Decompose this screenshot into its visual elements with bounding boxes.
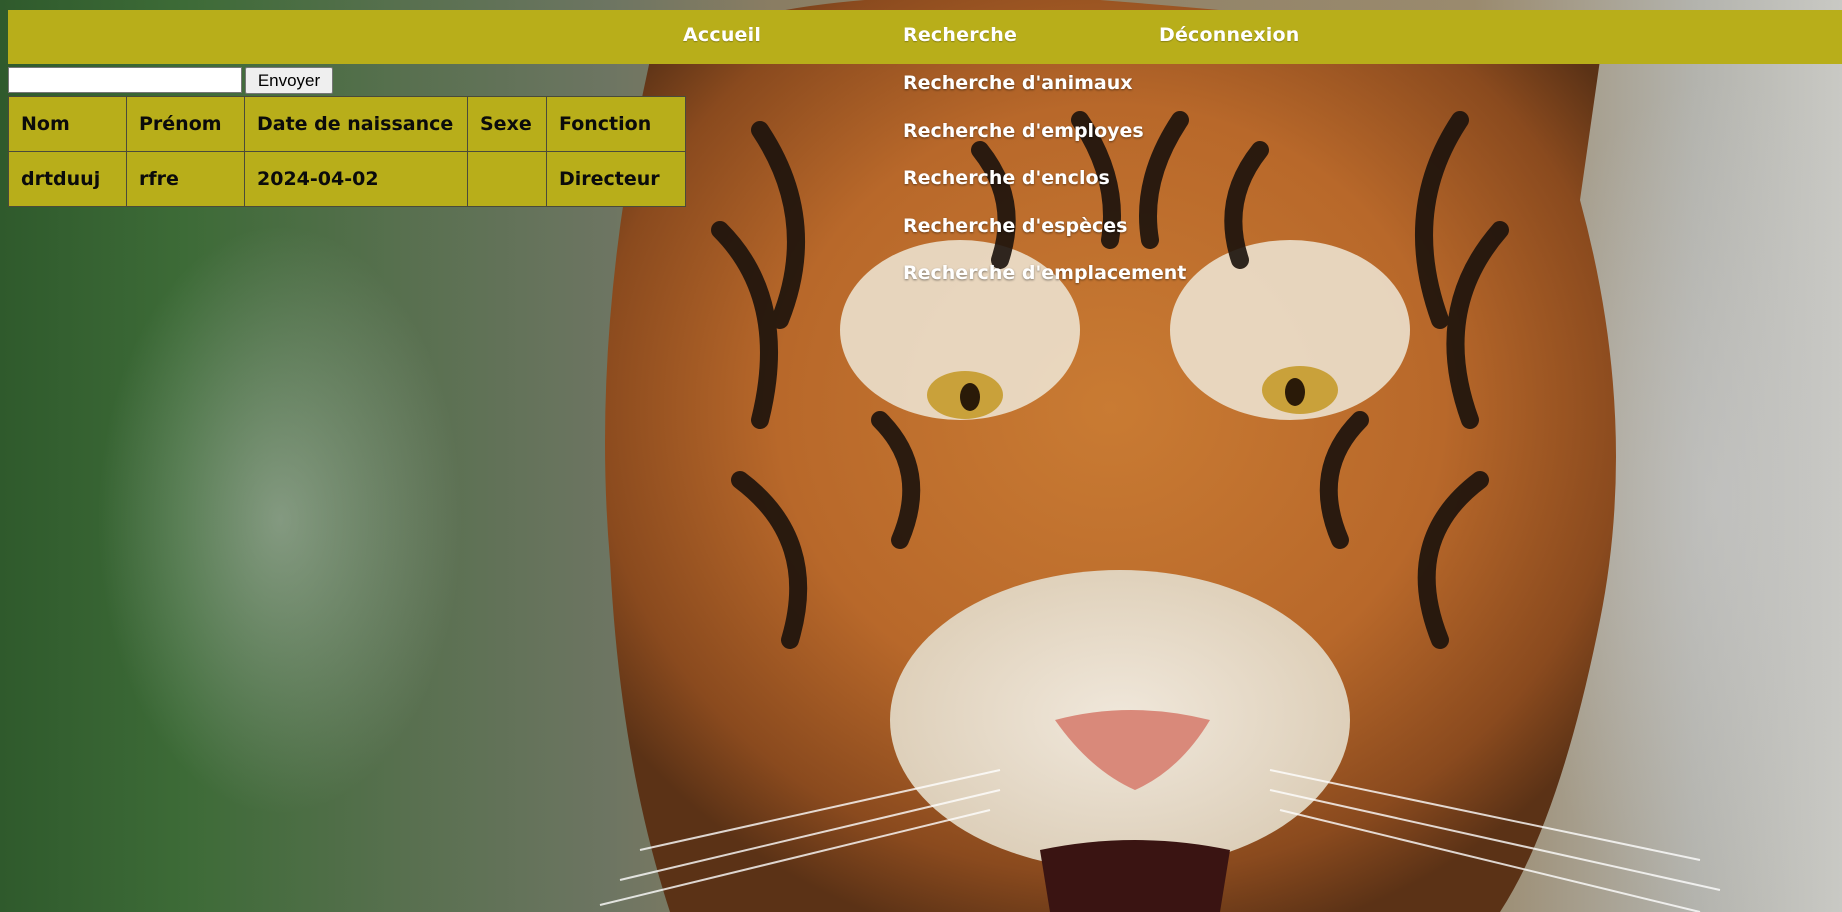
column-header-nom: Nom [8, 96, 127, 152]
submenu-item-emplacement[interactable]: Recherche d'emplacement [903, 262, 1186, 310]
column-header-date-naissance: Date de naissance [244, 96, 468, 152]
submenu-item-employes[interactable]: Recherche d'employes [903, 120, 1186, 168]
send-button[interactable]: Envoyer [245, 67, 333, 94]
search-input[interactable] [8, 67, 242, 93]
nav-link-recherche[interactable]: Recherche [903, 24, 1017, 46]
employee-table: Nom Prénom Date de naissance Sexe Foncti… [8, 96, 686, 207]
submenu-item-especes[interactable]: Recherche d'espèces [903, 215, 1186, 263]
cell-sexe [467, 151, 547, 207]
submenu-item-animaux[interactable]: Recherche d'animaux [903, 72, 1186, 120]
table-header-row: Nom Prénom Date de naissance Sexe Foncti… [8, 96, 686, 152]
cell-fonction: Directeur [546, 151, 686, 207]
column-header-prenom: Prénom [126, 96, 245, 152]
cell-nom: drtduuj [8, 151, 127, 207]
nav-link-accueil[interactable]: Accueil [683, 24, 761, 46]
nav-link-deconnexion[interactable]: Déconnexion [1159, 24, 1299, 46]
recherche-submenu: Recherche d'animaux Recherche d'employes… [903, 72, 1186, 310]
column-header-sexe: Sexe [467, 96, 547, 152]
submenu-item-enclos[interactable]: Recherche d'enclos [903, 167, 1186, 215]
table-row: drtduuj rfre 2024-04-02 Directeur [8, 151, 686, 207]
cell-date-naissance: 2024-04-02 [244, 151, 468, 207]
cell-prenom: rfre [126, 151, 245, 207]
column-header-fonction: Fonction [546, 96, 686, 152]
